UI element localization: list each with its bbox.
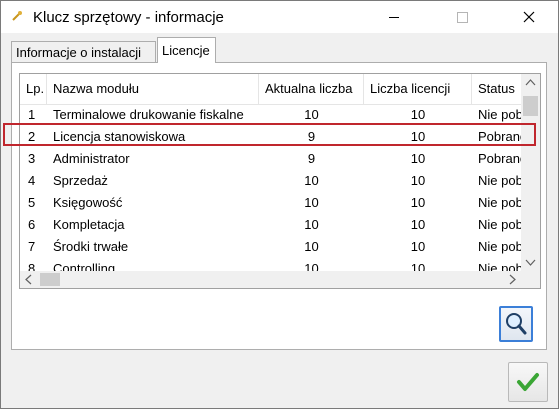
cell-module-name: Terminalowe drukowanie fiskalne (53, 107, 244, 122)
cell-license-count: 10 (410, 217, 426, 232)
scroll-right-icon[interactable] (504, 271, 521, 288)
cell-lp: 8 (28, 261, 36, 271)
cell-license-count: 10 (410, 107, 426, 122)
maximize-icon (457, 12, 468, 23)
cell-current-count: 9 (307, 151, 316, 166)
table-row[interactable]: 8 Controlling 10 10 Nie pobr (20, 258, 521, 271)
horizontal-scroll-thumb[interactable] (40, 273, 60, 286)
cell-current-count: 10 (304, 239, 319, 254)
cell-module-name: Administrator (53, 151, 130, 166)
licenses-panel: Lp. Nazwa modułu Aktualna liczba Liczba … (11, 62, 547, 350)
cell-status: Pobrano (478, 151, 521, 166)
tab-label: Informacje o instalacji (16, 45, 141, 60)
cell-module-name: Sprzedaż (53, 173, 108, 188)
tab-licenses[interactable]: Licencje (157, 37, 216, 63)
cell-status: Nie pobr (478, 217, 521, 232)
table-header: Lp. Nazwa modułu Aktualna liczba Liczba … (20, 74, 521, 105)
column-header-current-count[interactable]: Aktualna liczba (259, 74, 364, 104)
cell-module-name: Kompletacja (53, 217, 125, 232)
table-row[interactable]: 3 Administrator 9 10 Pobrano (20, 148, 521, 170)
cell-status: Nie pobr (478, 195, 521, 210)
cell-module-name: Controlling (53, 261, 116, 271)
minimize-icon (389, 17, 399, 18)
cell-status: Nie pobr (478, 261, 521, 271)
scroll-left-icon[interactable] (20, 271, 37, 288)
cell-current-count: 10 (304, 217, 319, 232)
tab-label: Licencje (162, 43, 210, 58)
cell-lp: 3 (28, 151, 36, 166)
tab-installation-info[interactable]: Informacje o instalacji (11, 41, 156, 62)
cell-current-count: 10 (304, 195, 319, 210)
title-bar: Klucz sprzętowy - informacje (1, 1, 558, 33)
column-header-module-name[interactable]: Nazwa modułu (47, 74, 259, 104)
table-row[interactable]: 1 Terminalowe drukowanie fiskalne 10 10 … (20, 104, 521, 126)
cell-license-count: 10 (410, 151, 426, 166)
search-icon (506, 313, 527, 335)
cell-lp: 5 (28, 195, 36, 210)
close-icon (523, 11, 535, 23)
cell-lp: 1 (28, 107, 36, 122)
table-row[interactable]: 4 Sprzedaż 10 10 Nie pobr (20, 170, 521, 192)
table-row-selected[interactable]: 2 Licencja stanowiskowa 9 10 Pobrano (20, 126, 521, 148)
vertical-scrollbar[interactable] (521, 74, 540, 271)
vertical-scroll-thumb[interactable] (523, 96, 538, 116)
scrollbar-corner (521, 271, 540, 288)
maximize-button[interactable] (439, 1, 485, 33)
cell-status: Nie pobr (478, 173, 521, 188)
cell-license-count: 10 (410, 173, 426, 188)
cell-current-count: 10 (304, 107, 319, 122)
confirm-button[interactable] (508, 362, 548, 402)
cell-status: Nie pobr (478, 107, 521, 122)
close-button[interactable] (507, 1, 553, 33)
minimize-button[interactable] (371, 1, 417, 33)
window-title: Klucz sprzętowy - informacje (33, 9, 224, 26)
column-header-license-count[interactable]: Liczba licencji (364, 74, 472, 104)
cell-module-name: Środki trwałe (53, 239, 129, 254)
cell-status: Nie pobr (478, 239, 521, 254)
cell-status: Pobrano (478, 129, 521, 144)
cell-license-count: 10 (410, 129, 426, 144)
column-header-lp[interactable]: Lp. (20, 74, 47, 104)
licenses-table: Lp. Nazwa modułu Aktualna liczba Liczba … (19, 73, 541, 289)
cell-lp: 6 (28, 217, 36, 232)
cell-lp: 2 (28, 129, 36, 144)
cell-license-count: 10 (410, 195, 426, 210)
dialog-window: Klucz sprzętowy - informacje Informacje … (0, 0, 559, 409)
table-row[interactable]: 6 Kompletacja 10 10 Nie pobr (20, 214, 521, 236)
table-row[interactable]: 5 Księgowość 10 10 Nie pobr (20, 192, 521, 214)
cell-license-count: 10 (410, 261, 426, 271)
cell-module-name: Licencja stanowiskowa (53, 129, 186, 144)
search-button[interactable] (499, 306, 533, 342)
cell-lp: 4 (28, 173, 36, 188)
table-row[interactable]: 7 Środki trwałe 10 10 Nie pobr (20, 236, 521, 258)
horizontal-scrollbar[interactable] (20, 271, 521, 288)
cell-current-count: 9 (307, 129, 316, 144)
cell-current-count: 10 (304, 173, 319, 188)
scroll-up-icon[interactable] (521, 74, 540, 91)
column-header-status[interactable]: Status (472, 74, 521, 104)
cell-module-name: Księgowość (53, 195, 123, 210)
cell-current-count: 10 (304, 261, 319, 271)
app-icon (12, 11, 22, 21)
cell-lp: 7 (28, 239, 36, 254)
checkmark-icon (517, 373, 539, 391)
cell-license-count: 10 (410, 239, 426, 254)
scroll-down-icon[interactable] (521, 254, 540, 271)
